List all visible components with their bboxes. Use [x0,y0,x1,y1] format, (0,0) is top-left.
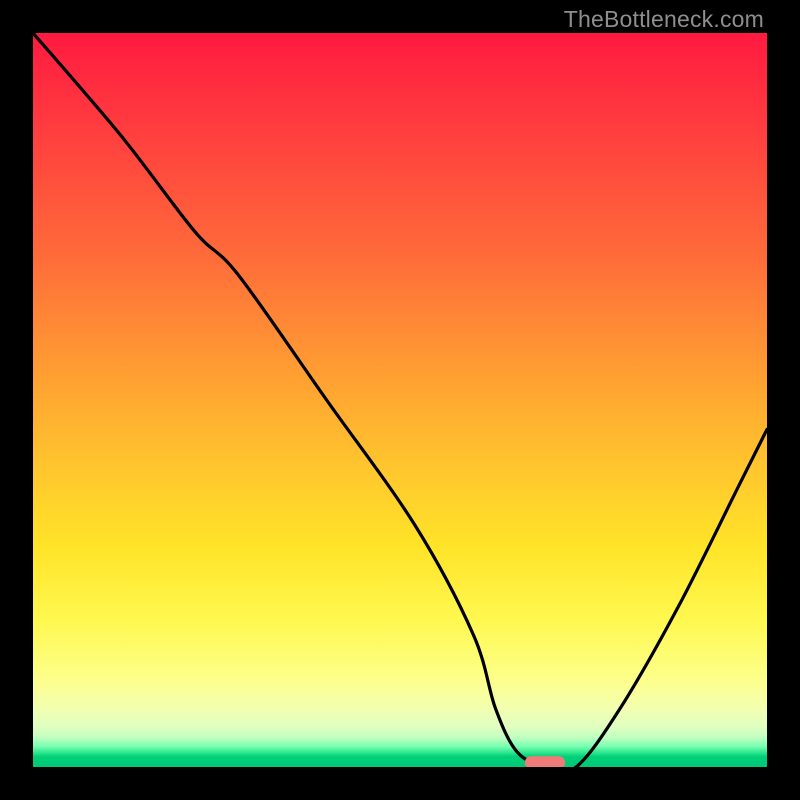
plot-area [33,33,767,767]
chart-frame [33,33,767,767]
curve-line [33,33,767,767]
watermark-text: TheBottleneck.com [564,6,764,33]
optimum-marker [525,756,565,767]
chart-svg [33,33,767,767]
bottleneck-curve [33,33,767,767]
marker-pill [525,756,565,767]
